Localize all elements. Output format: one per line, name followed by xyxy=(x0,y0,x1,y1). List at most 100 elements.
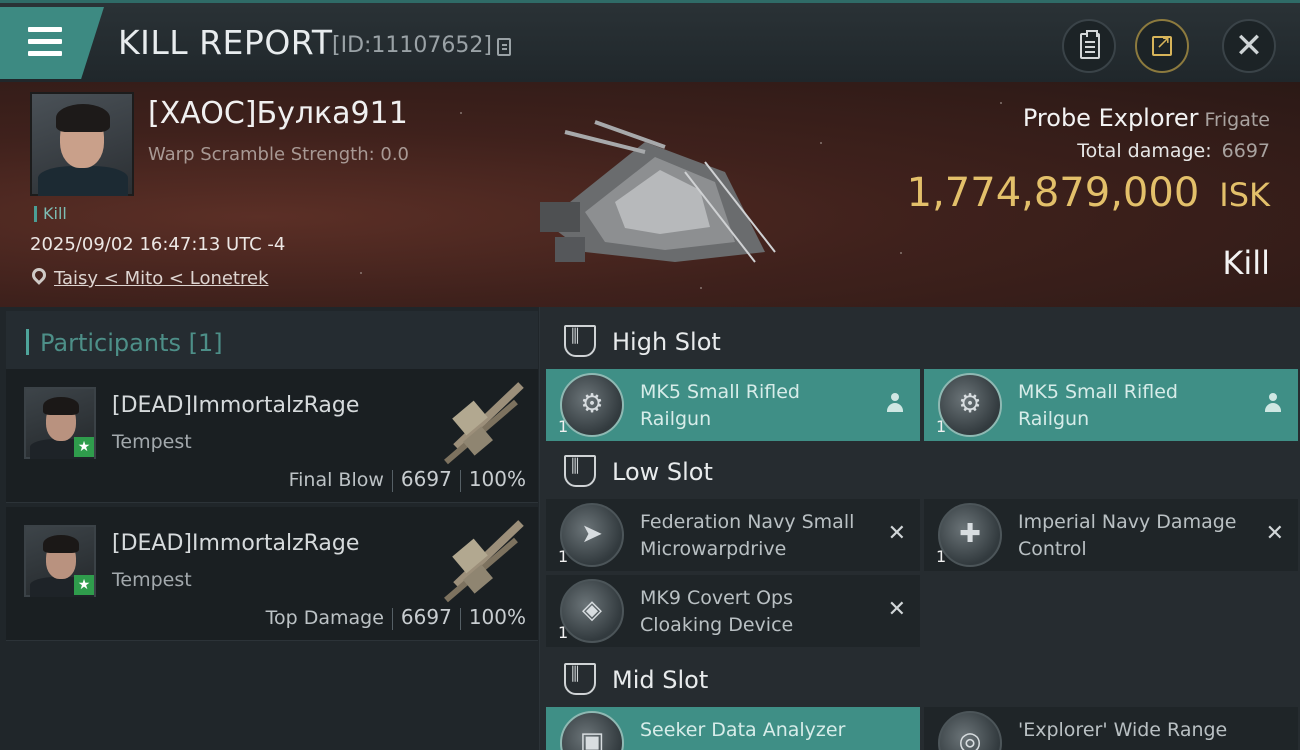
isk-unit: ISK xyxy=(1219,176,1270,214)
module-name: MK5 Small Rifled Railgun xyxy=(640,381,800,430)
menu-button[interactable] xyxy=(0,7,104,79)
module-quantity: 1 xyxy=(936,417,947,436)
damage-control-glyph: ✚ xyxy=(959,519,981,549)
divider xyxy=(391,607,393,630)
person-head xyxy=(1269,393,1277,401)
module-item[interactable]: ⚙ 1 MK5 Small Rifled Railgun xyxy=(924,369,1298,441)
railgun-glyph: ⚙ xyxy=(580,389,604,419)
ship-class: Frigate xyxy=(1204,109,1270,131)
module-name: Federation Navy Small Microwarpdrive xyxy=(640,511,855,560)
data-analyzer-glyph: ▣ xyxy=(579,727,605,750)
participants-accent xyxy=(26,329,29,355)
total-damage: Total damage: 6697 xyxy=(1077,140,1270,162)
clipboard-icon xyxy=(1080,30,1100,59)
background-star xyxy=(700,287,702,289)
avatar-hair xyxy=(43,535,79,553)
participants-header[interactable]: Participants [1] xyxy=(6,311,538,369)
victim-ship-image[interactable] xyxy=(525,102,785,272)
person-icon xyxy=(886,393,904,415)
participant-name: [DEAD]ImmortalzRage xyxy=(112,393,360,418)
menu-icon xyxy=(28,27,62,32)
railgun-glyph: ⚙ xyxy=(958,389,982,419)
module-quantity: 1 xyxy=(558,547,569,566)
wide-range-glyph: ◎ xyxy=(958,727,982,750)
mid-slot-label: Mid Slot xyxy=(612,666,709,694)
top-bar: KILL REPORT [ID:11107652] ✕ xyxy=(0,0,1300,82)
menu-icon-bar xyxy=(28,39,62,44)
destroyed-icon: ✕ xyxy=(887,521,906,546)
participant-role: Top Damage xyxy=(265,607,384,629)
victim-banner: [XAOC]Булка911 Warp Scramble Strength: 0… xyxy=(0,82,1300,307)
total-damage-label: Total damage: xyxy=(1077,140,1212,162)
participant-name: [DEAD]ImmortalzRage xyxy=(112,531,360,556)
person-icon xyxy=(1264,393,1282,415)
high-slot-header: High Slot xyxy=(546,311,1300,371)
page-title: KILL REPORT xyxy=(118,23,333,62)
participant-ship-image xyxy=(444,520,524,603)
ship-name-text: Probe Explorer xyxy=(1022,104,1199,132)
mid-slot-icon xyxy=(564,663,596,695)
participant-ship-image xyxy=(444,382,524,465)
close-icon: ✕ xyxy=(1234,26,1264,66)
clipboard-button[interactable] xyxy=(1062,19,1116,73)
divider xyxy=(391,469,393,492)
kill-location-link[interactable]: Taisy < Mito < Lonetrek xyxy=(54,268,269,289)
share-icon xyxy=(1152,32,1172,56)
background-star xyxy=(460,112,462,114)
microwarpdrive-icon: ➤ xyxy=(560,503,624,567)
module-item[interactable]: ➤ 1 Federation Navy Small Microwarpdrive… xyxy=(546,499,920,571)
module-item[interactable]: ◎ 'Explorer' Wide Range xyxy=(924,707,1298,750)
share-button[interactable] xyxy=(1135,19,1189,73)
participant-card[interactable]: ★ [DEAD]ImmortalzRage Tempest Top Damage… xyxy=(6,507,538,641)
mid-slot-header: Mid Slot xyxy=(546,649,1300,709)
background-star xyxy=(820,142,822,144)
total-damage-value: 6697 xyxy=(1221,140,1270,162)
kill-id: [ID:11107652] xyxy=(332,33,492,58)
victim-ship-name[interactable]: Probe Explorer Frigate xyxy=(1023,104,1270,132)
participant-damage: 6697 xyxy=(400,467,452,491)
participant-ship: Tempest xyxy=(112,431,192,453)
close-button[interactable]: ✕ xyxy=(1222,19,1276,73)
cloaking-device-glyph: ◈ xyxy=(582,595,602,625)
destroyed-icon: ✕ xyxy=(1265,521,1284,546)
cloaking-device-icon: ◈ xyxy=(560,579,624,643)
menu-icon-bar xyxy=(28,51,62,56)
module-name: Imperial Navy Damage Control xyxy=(1018,511,1237,560)
victim-avatar[interactable] xyxy=(30,92,134,196)
copy-icon[interactable] xyxy=(497,38,511,56)
destroyed-icon: ✕ xyxy=(887,597,906,622)
module-item[interactable]: ▣ Seeker Data Analyzer xyxy=(546,707,920,750)
participant-role: Final Blow xyxy=(288,469,384,491)
divider xyxy=(459,607,461,630)
participant-damage: 6697 xyxy=(400,605,452,629)
high-slot-icon xyxy=(564,325,596,357)
module-item[interactable]: ✚ 1 Imperial Navy Damage Control ✕ xyxy=(924,499,1298,571)
participant-card[interactable]: ★ [DEAD]ImmortalzRage Tempest Final Blow… xyxy=(6,369,538,503)
warp-scramble-strength: Warp Scramble Strength: 0.0 xyxy=(148,144,410,165)
participant-stats: Top Damage 6697 100% xyxy=(266,605,526,630)
star-icon: ★ xyxy=(74,437,94,457)
module-item[interactable]: ◈ 1 MK9 Covert Ops Cloaking Device ✕ xyxy=(546,575,920,647)
participant-percent: 100% xyxy=(468,605,526,629)
participant-ship: Tempest xyxy=(112,569,192,591)
damage-control-icon: ✚ xyxy=(938,503,1002,567)
railgun-icon: ⚙ xyxy=(560,373,624,437)
module-name: 'Explorer' Wide Range xyxy=(1018,719,1228,741)
module-quantity: 1 xyxy=(558,417,569,436)
high-slot-label: High Slot xyxy=(612,328,721,356)
low-slot-label: Low Slot xyxy=(612,458,713,486)
background-star xyxy=(360,272,362,274)
low-slot-icon xyxy=(564,455,596,487)
victim-name[interactable]: [XAOC]Булка911 xyxy=(148,96,408,131)
module-quantity: 1 xyxy=(558,623,569,642)
wide-range-icon: ◎ xyxy=(938,711,1002,750)
module-item[interactable]: ⚙ 1 MK5 Small Rifled Railgun xyxy=(546,369,920,441)
avatar-shoulders xyxy=(38,166,128,196)
participants-panel: Participants [1] ★ [DEAD]ImmortalzRage T… xyxy=(0,307,540,750)
participant-percent: 100% xyxy=(468,467,526,491)
person-body xyxy=(887,403,903,412)
background-star xyxy=(900,252,902,254)
fitting-panel: High Slot ⚙ 1 MK5 Small Rifled Railgun ⚙… xyxy=(540,307,1300,750)
participant-stats: Final Blow 6697 100% xyxy=(289,467,526,492)
microwarpdrive-glyph: ➤ xyxy=(581,519,603,549)
